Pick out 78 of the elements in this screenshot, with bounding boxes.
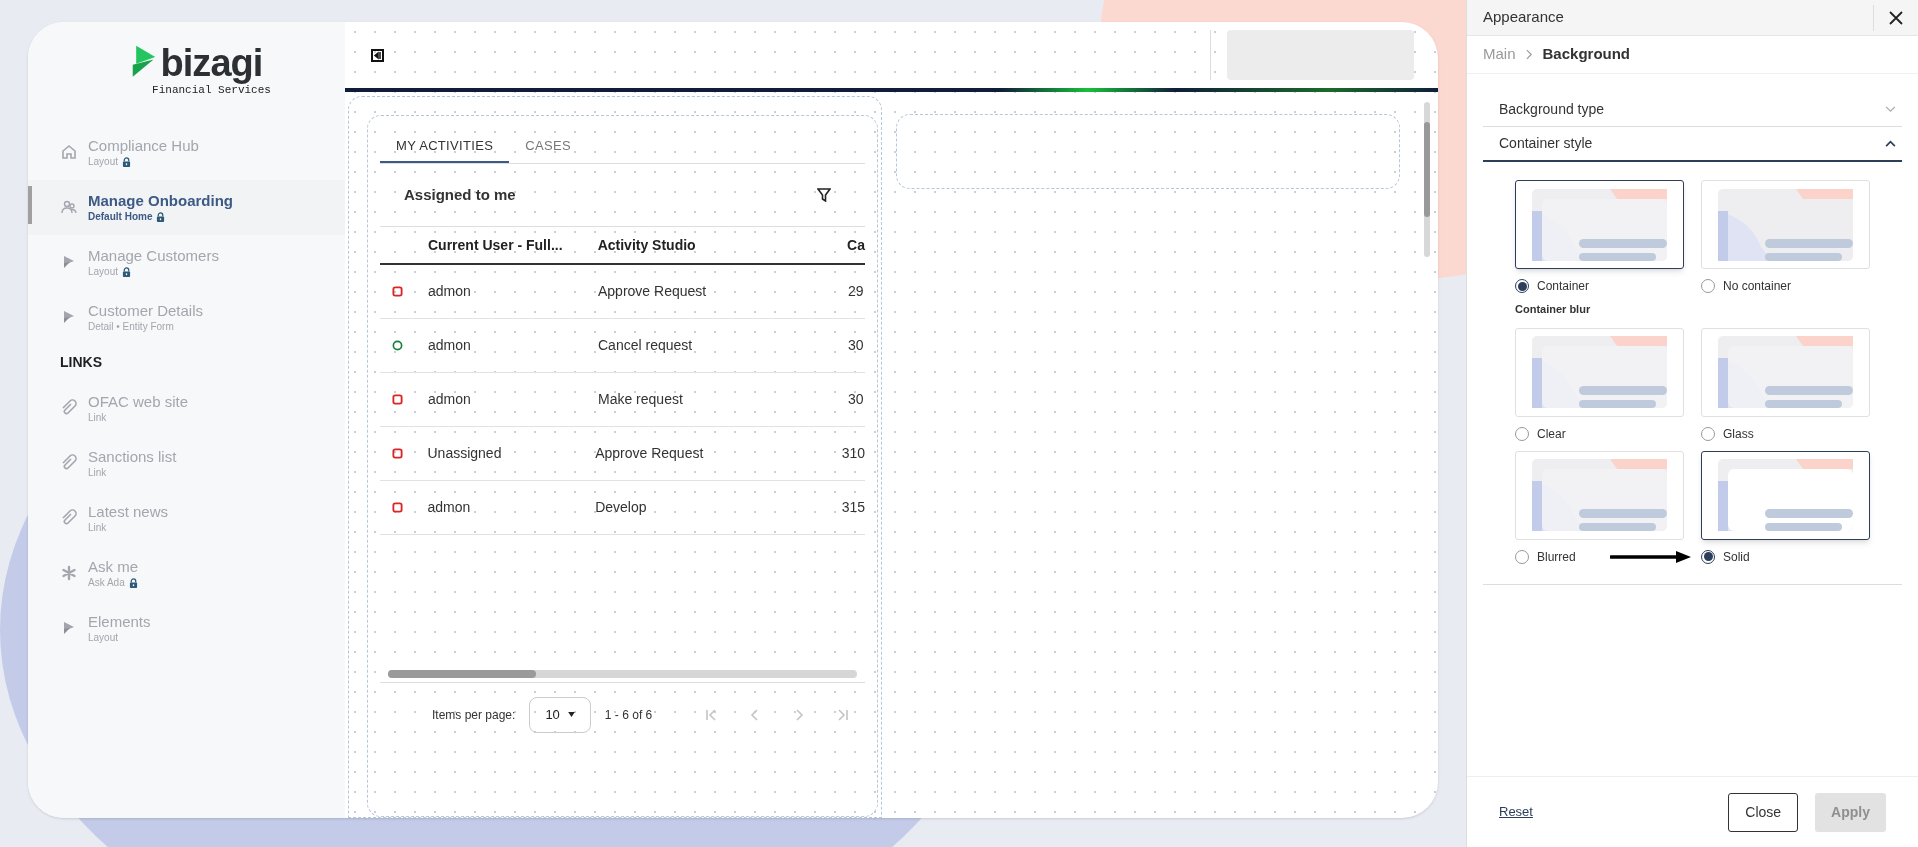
dropdown-caret-icon (567, 712, 575, 717)
tab[interactable]: MY ACTIVITIES (380, 130, 510, 163)
items-per-page-label: Items per page: (432, 706, 516, 724)
nav-item-title: Latest news (88, 502, 169, 521)
nav-item-subtitle: Link (88, 411, 107, 424)
radio-option[interactable]: Glass (1701, 416, 1870, 451)
subsection-heading: Container blur (1514, 302, 1592, 317)
close-icon (1889, 10, 1903, 25)
nav-item-title: Customer Details (88, 301, 204, 320)
nav-item-title: Compliance Hub (88, 136, 199, 155)
list-title: Assigned to me (404, 184, 516, 205)
people-icon (60, 198, 78, 216)
chevron-up-icon (1885, 140, 1896, 147)
nav-item-title: OFAC web site (88, 392, 189, 411)
chevron-right-icon (1525, 49, 1533, 60)
table-cell-text: Develop (595, 498, 648, 517)
table-cell-text: Approve Request (595, 444, 705, 463)
nav-item-subtitle: Layout (88, 155, 119, 168)
logo-wordmark: bizagi (160, 44, 263, 82)
page-range: 1 - 6 of 6 (604, 706, 653, 724)
radio-option[interactable]: No container (1701, 269, 1870, 303)
tab[interactable]: CASES (509, 130, 587, 163)
page-size-select[interactable]: 10 (529, 696, 591, 733)
radio-option[interactable]: Container (1515, 269, 1684, 303)
nav-item-subtitle: Link (88, 466, 107, 479)
accordion-header[interactable]: Container style (1483, 127, 1902, 162)
nav-item-title: Manage Customers (88, 246, 219, 265)
asterisk-icon (60, 564, 78, 582)
nav-item-title: Ask me (88, 557, 138, 576)
nav-item-subtitle: Layout (88, 631, 119, 644)
style-preview-card[interactable] (1701, 450, 1870, 540)
paperclip-icon (60, 509, 78, 527)
table-cell-text: 315 (841, 498, 865, 517)
column-header[interactable]: Ca (847, 234, 865, 256)
scrollbar[interactable] (1424, 102, 1430, 257)
collapse-sidebar-icon[interactable] (371, 48, 384, 62)
nav-item-subtitle: Detail • Entity Form (88, 320, 174, 333)
table-cell-text: admon (428, 336, 472, 355)
column-header[interactable]: Activity Studio (597, 234, 848, 256)
radio-option[interactable]: Blurred (1515, 539, 1684, 574)
paperclip-icon (60, 454, 78, 472)
nav-item-title: Sanctions list (88, 447, 177, 466)
nav-item-subtitle: Ask Ada (88, 576, 125, 589)
table-cell-text: admon (428, 282, 472, 301)
nav-item-title: Elements (88, 612, 151, 631)
accordion-header[interactable]: Background type (1483, 92, 1902, 127)
nav-item-title: Manage Onboarding (88, 191, 233, 210)
reset-link[interactable]: Reset (1499, 802, 1533, 822)
section-heading: LINKS (59, 353, 103, 372)
horizontal-scrollbar[interactable] (388, 670, 857, 678)
table-cell-text: 30 (848, 390, 865, 409)
footer-button[interactable]: Close (1728, 792, 1799, 832)
breadcrumb-item: Background (1542, 44, 1631, 65)
style-preview-card[interactable] (1515, 180, 1684, 269)
radio-option[interactable]: Clear (1515, 416, 1684, 451)
nav-item-subtitle: Layout (88, 265, 119, 278)
table-cell-text: 310 (841, 444, 865, 463)
table-cell-text: Approve Request (598, 282, 708, 301)
table-cell-text: 30 (848, 336, 865, 355)
paperclip-icon (60, 399, 78, 417)
table-cell-text: admon (427, 498, 472, 517)
radio-option[interactable]: Solid (1701, 539, 1870, 574)
panel-title: Appearance (1483, 7, 1564, 28)
table-cell-text: admon (428, 390, 472, 409)
last-page-icon[interactable] (836, 707, 851, 722)
table-cell-text: 29 (848, 282, 865, 301)
nav-item-subtitle: Link (88, 521, 107, 534)
home-icon (60, 143, 78, 161)
table-cell-text: Make request (598, 390, 684, 409)
filter-icon[interactable] (817, 188, 831, 202)
table-cell-text: Cancel request (598, 336, 694, 355)
first-page-icon[interactable] (704, 707, 719, 722)
column-header[interactable]: Current User - Full... (428, 234, 598, 256)
table-cell-text: Unassigned (427, 444, 503, 463)
logo-subtitle: Financial Services (152, 84, 271, 98)
nav-item[interactable]: Manage Onboarding Default Home (28, 179, 345, 235)
chevron-down-icon (1885, 105, 1896, 113)
nav-item-subtitle: Default Home (88, 210, 153, 223)
